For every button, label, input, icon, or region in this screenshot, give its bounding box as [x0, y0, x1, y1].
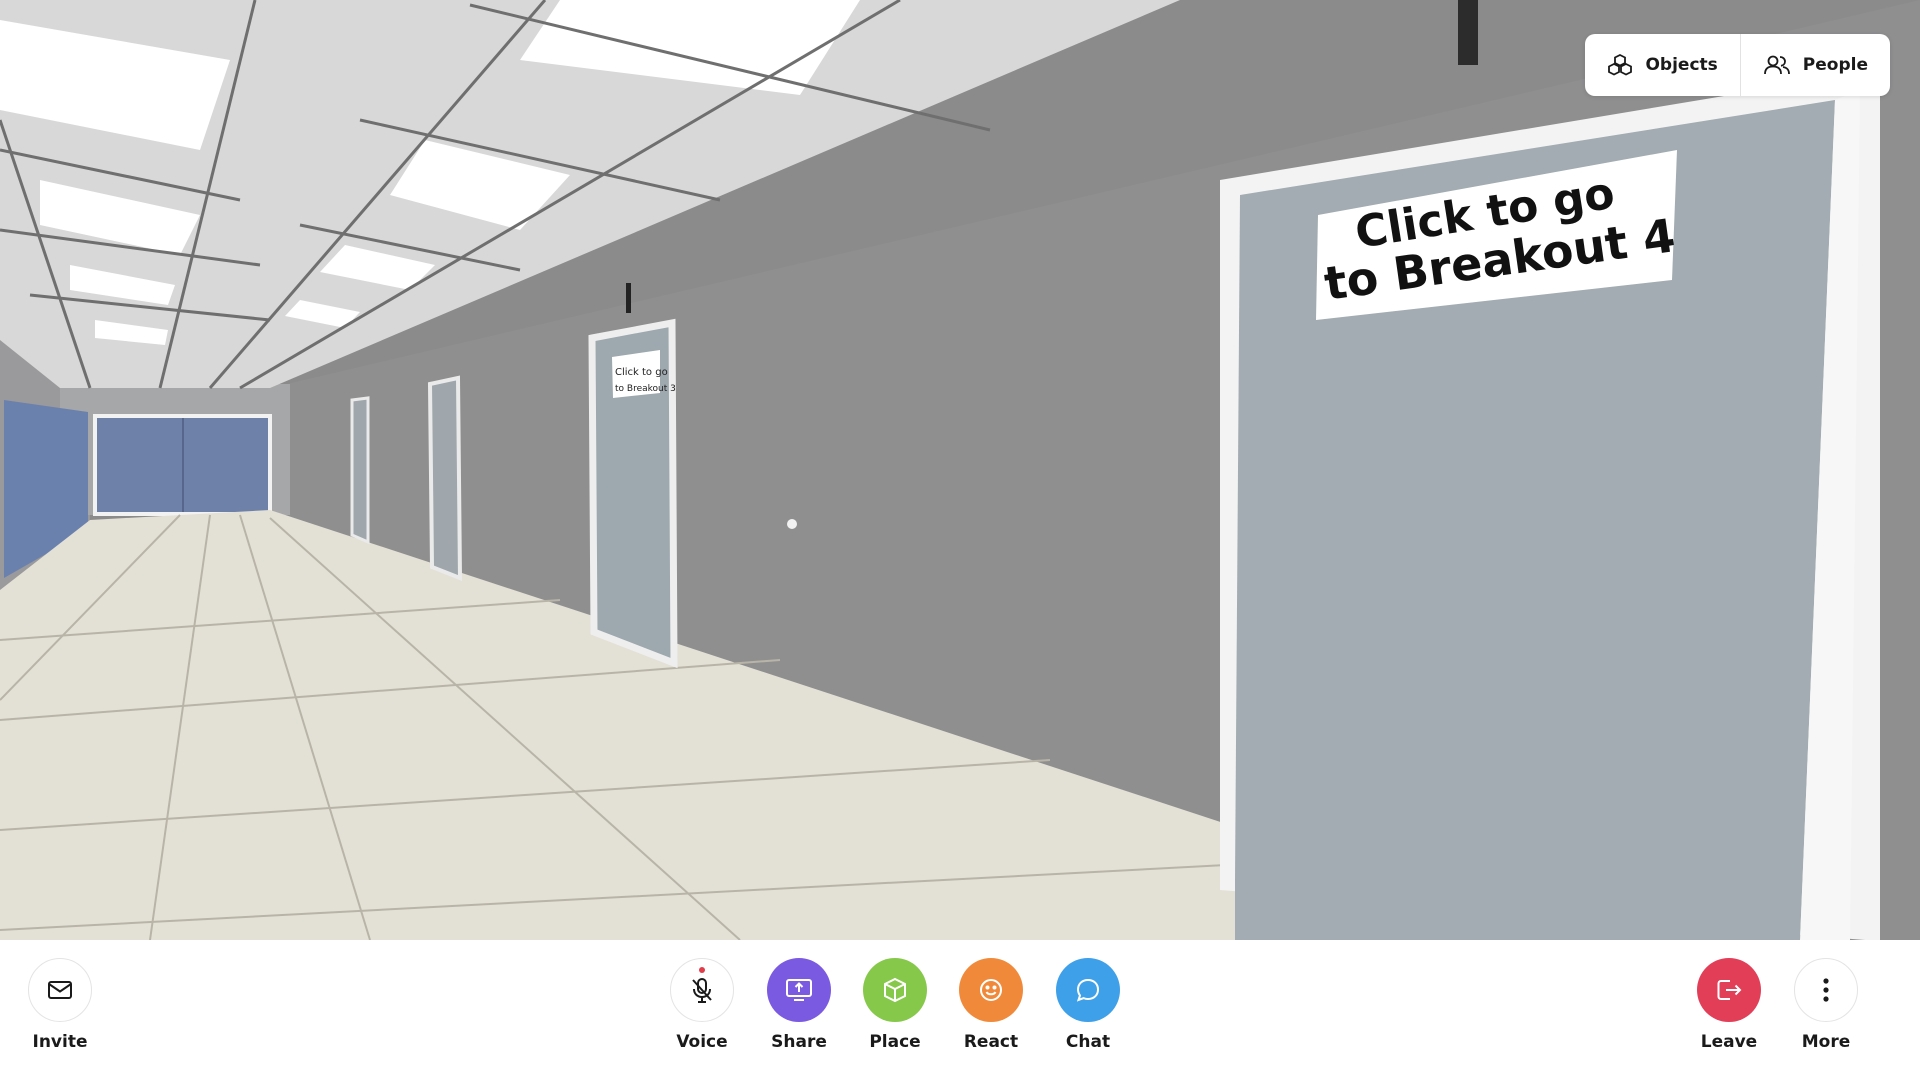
chat-button[interactable]: Chat: [1040, 958, 1136, 1052]
screen-share-icon: [786, 979, 812, 1001]
far-door-2[interactable]: [427, 375, 463, 581]
share-label: Share: [771, 1032, 827, 1052]
3d-hallway-viewport[interactable]: Click to go to Breakout 3 Click to go to…: [0, 0, 1920, 940]
exit-icon: [1717, 980, 1742, 1000]
people-button[interactable]: People: [1739, 34, 1890, 96]
invite-label: Invite: [32, 1032, 88, 1052]
more-label: More: [1801, 1032, 1851, 1052]
leave-label: Leave: [1700, 1032, 1758, 1052]
more-button[interactable]: More: [1778, 958, 1874, 1052]
place-button-circle: [863, 958, 927, 1022]
people-label: People: [1802, 55, 1868, 75]
invite-button[interactable]: Invite: [12, 958, 108, 1052]
people-icon: [1763, 54, 1791, 76]
wall-fixture: [1458, 0, 1478, 65]
objects-label: Objects: [1645, 55, 1718, 75]
voice-label: Voice: [676, 1032, 728, 1052]
share-button[interactable]: Share: [751, 958, 847, 1052]
bottom-toolbar: Invite Voice Share Place React Chat Leav…: [0, 940, 1920, 1068]
cubes-icon: [1607, 53, 1633, 77]
place-label: Place: [869, 1032, 921, 1052]
leave-button-circle: [1697, 958, 1761, 1022]
mid-door-sign-line2: to Breakout 3: [615, 384, 676, 394]
leave-button[interactable]: Leave: [1681, 958, 1777, 1052]
mid-door-sign-line1: Click to go: [615, 367, 668, 378]
envelope-icon: [48, 981, 72, 999]
share-button-circle: [767, 958, 831, 1022]
objects-people-panel: Objects People: [1585, 34, 1890, 96]
react-button-circle: [959, 958, 1023, 1022]
react-button[interactable]: React: [943, 958, 1039, 1052]
invite-button-circle: [28, 958, 92, 1022]
react-label: React: [963, 1032, 1019, 1052]
voice-button[interactable]: Voice: [654, 958, 750, 1052]
cube-icon: [884, 977, 906, 1003]
microphone-muted-icon: [692, 978, 712, 1003]
crosshair-dot: [787, 519, 797, 529]
smiley-icon: [980, 979, 1002, 1001]
wall-fixture: [626, 283, 631, 313]
voice-button-circle: [670, 958, 734, 1022]
muted-indicator-dot: [699, 967, 705, 973]
chat-button-circle: [1056, 958, 1120, 1022]
more-button-circle: [1794, 958, 1858, 1022]
place-button[interactable]: Place: [847, 958, 943, 1052]
chat-label: Chat: [1065, 1032, 1111, 1052]
vertical-dots-icon: [1823, 978, 1829, 1002]
objects-button[interactable]: Objects: [1585, 34, 1739, 96]
chat-bubble-icon: [1076, 978, 1100, 1002]
far-door-1[interactable]: [350, 396, 370, 545]
